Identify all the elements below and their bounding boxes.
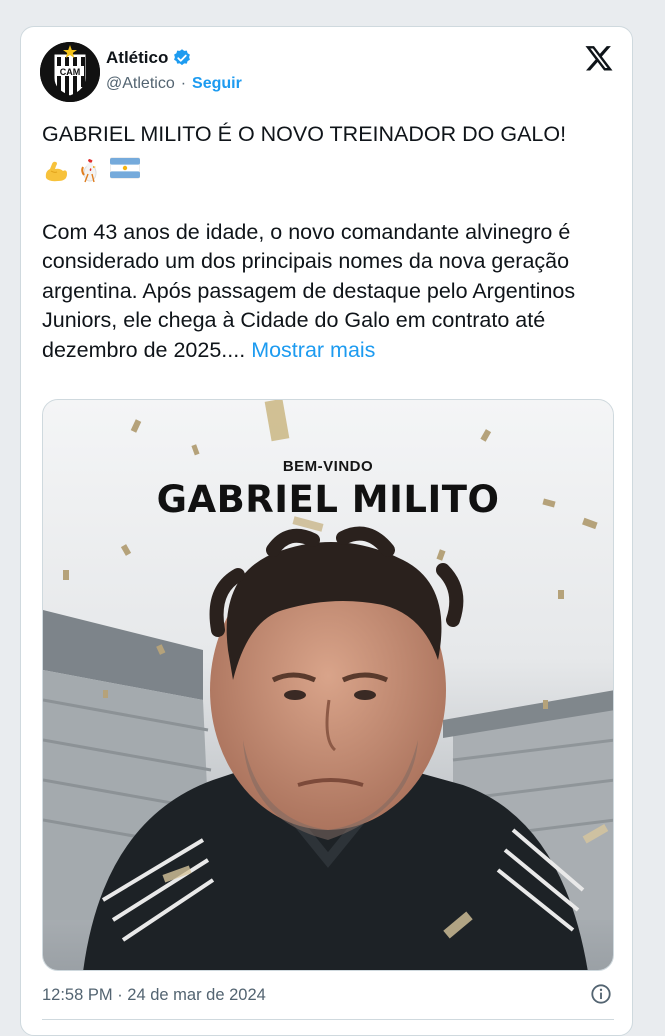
info-icon[interactable] — [590, 983, 612, 1005]
post-text: GABRIEL MILITO É O NOVO TREINADOR DO GAL… — [42, 120, 617, 365]
avatar-crest-text: CAM — [59, 67, 81, 77]
argentina-flag-emoji — [109, 157, 141, 185]
footer-divider — [42, 1019, 614, 1020]
post-headline: GABRIEL MILITO É O NOVO TREINADOR DO GAL… — [42, 122, 567, 146]
rooster-emoji — [76, 157, 104, 185]
coach-name-text: GABRIEL MILITO — [156, 478, 500, 521]
avatar[interactable]: CAM — [40, 42, 100, 102]
follow-button[interactable]: Seguir — [192, 75, 242, 93]
emoji-row — [42, 154, 617, 188]
post-image[interactable]: BEM-VINDO GABRIEL MILITO — [42, 399, 614, 971]
post-card[interactable]: CAM Atlético @Atletico · Seguir GABRIEL … — [20, 26, 633, 1036]
show-more-link[interactable]: Mostrar mais — [251, 338, 375, 362]
flexed-biceps-emoji — [42, 157, 70, 185]
post-footer: 12:58 PM · 24 de mar de 2024 — [42, 983, 614, 1007]
author-handle[interactable]: @Atletico — [106, 75, 175, 93]
welcome-text: BEM-VINDO — [282, 458, 374, 475]
post-header: CAM Atlético @Atletico · Seguir — [21, 27, 632, 107]
author-name-line: Atlético — [106, 48, 192, 68]
post-timestamp[interactable]: 12:58 PM · 24 de mar de 2024 — [42, 986, 266, 1005]
post-body: Com 43 anos de idade, o novo comandante … — [42, 218, 617, 366]
author-handle-line: @Atletico · Seguir — [106, 75, 242, 93]
x-logo-icon[interactable] — [584, 43, 614, 73]
author-display-name[interactable]: Atlético — [106, 48, 168, 68]
separator-dot: · — [180, 75, 187, 92]
verified-badge-icon — [172, 48, 192, 68]
